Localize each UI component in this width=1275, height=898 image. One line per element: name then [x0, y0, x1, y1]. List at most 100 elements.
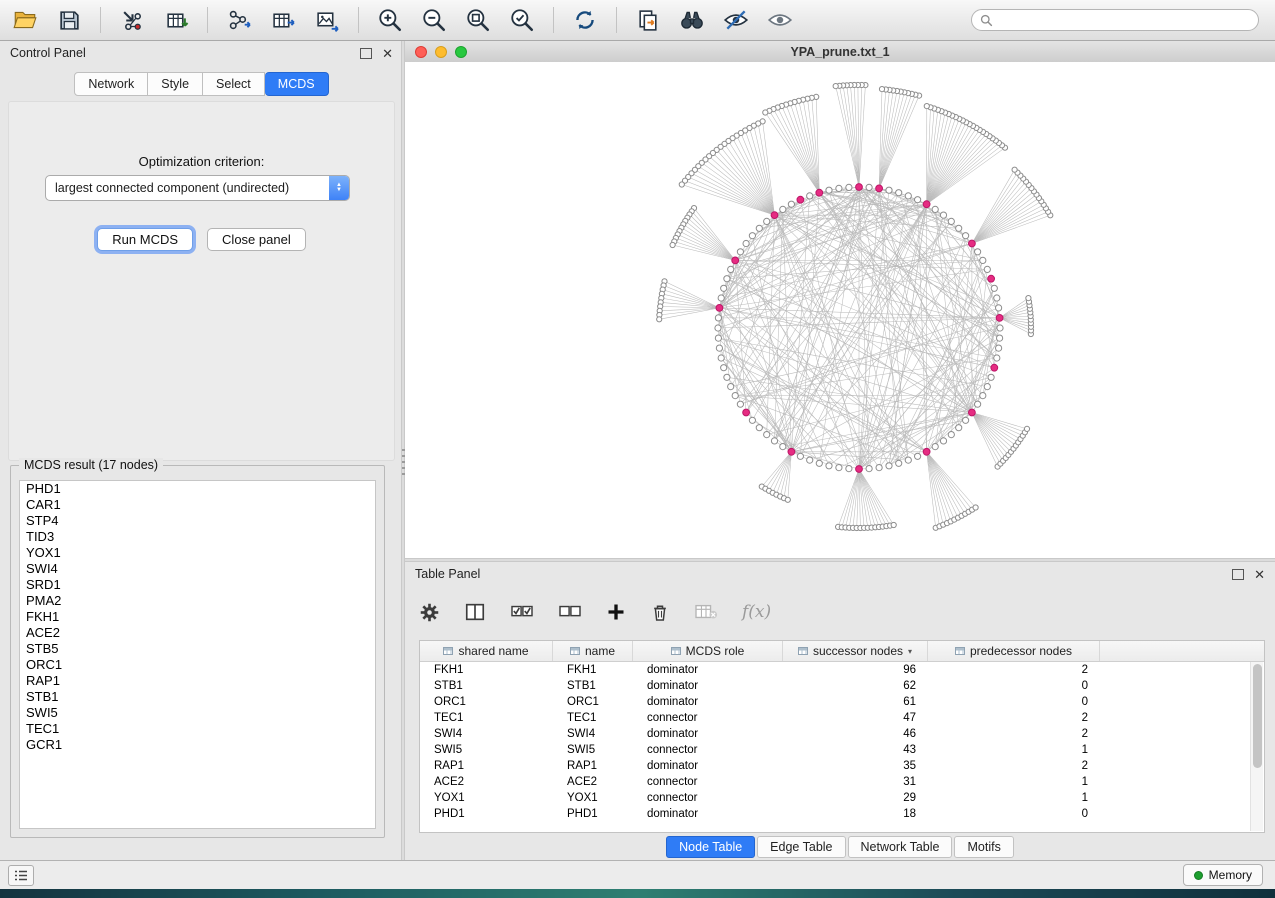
mcds-result-item[interactable]: RAP1	[20, 673, 375, 689]
mcds-result-list[interactable]: PHD1CAR1STP4TID3YOX1SWI4SRD1PMA2FKH1ACE2…	[19, 480, 376, 829]
criterion-dropdown[interactable]: largest connected component (undirected)…	[45, 175, 350, 201]
table-row[interactable]: TEC1TEC1connector472	[420, 710, 1264, 726]
table-cell: FKH1	[553, 664, 633, 676]
mcds-result-item[interactable]: STB1	[20, 689, 375, 705]
tab-network[interactable]: Network	[74, 72, 148, 96]
mcds-result-item[interactable]: PHD1	[20, 481, 375, 497]
network-canvas[interactable]	[405, 62, 1275, 558]
table-cell: FKH1	[420, 664, 553, 676]
table-row[interactable]: ACE2ACE2connector311	[420, 774, 1264, 790]
table-cell: 47	[783, 712, 928, 724]
deselect-all-columns-button[interactable]	[558, 602, 582, 622]
table-row[interactable]: YOX1YOX1connector291	[420, 790, 1264, 806]
zoom-selected-icon	[509, 7, 535, 33]
table-cell: 43	[783, 744, 928, 756]
float-panel-icon[interactable]	[360, 48, 372, 59]
toolbar-separator	[616, 7, 617, 33]
table-cell: ACE2	[420, 776, 553, 788]
mcds-result-item[interactable]: SRD1	[20, 577, 375, 593]
select-all-columns-button[interactable]	[510, 602, 534, 622]
function-builder-button[interactable]: f(x)	[742, 602, 771, 622]
close-panel-icon[interactable]: ✕	[382, 47, 393, 60]
float-table-panel-icon[interactable]	[1232, 569, 1244, 580]
export-image-button[interactable]	[312, 5, 342, 35]
table-row[interactable]: FKH1FKH1dominator962	[420, 662, 1264, 678]
create-column-button[interactable]	[606, 602, 626, 622]
tab-select[interactable]: Select	[203, 72, 265, 96]
task-history-button[interactable]	[8, 865, 34, 886]
tab-motifs[interactable]: Motifs	[954, 836, 1013, 858]
zoom-fit-button[interactable]	[463, 5, 493, 35]
table-cell: 35	[783, 760, 928, 772]
column-header-successor-nodes[interactable]: successor nodes▾	[783, 641, 928, 661]
tab-mcds[interactable]: MCDS	[265, 72, 329, 96]
close-panel-button[interactable]: Close panel	[207, 228, 306, 251]
table-row[interactable]: SWI5SWI5connector431	[420, 742, 1264, 758]
table-cell: connector	[633, 776, 783, 788]
show-columns-button[interactable]	[464, 601, 486, 623]
import-network-button[interactable]	[117, 5, 147, 35]
binoculars-icon	[679, 7, 705, 33]
tab-node-table[interactable]: Node Table	[666, 836, 755, 858]
hide-selection-button[interactable]	[721, 5, 751, 35]
zoom-out-button[interactable]	[419, 5, 449, 35]
export-table-button[interactable]	[268, 5, 298, 35]
table-scrollbar[interactable]	[1250, 662, 1263, 831]
tab-style[interactable]: Style	[148, 72, 203, 96]
mcds-result-item[interactable]: SWI5	[20, 705, 375, 721]
column-header-MCDS-role[interactable]: MCDS role	[633, 641, 783, 661]
show-all-button[interactable]	[765, 5, 795, 35]
mcds-result-item[interactable]: PMA2	[20, 593, 375, 609]
search-network-button[interactable]	[677, 5, 707, 35]
network-graph[interactable]	[405, 62, 1273, 556]
mcds-result-item[interactable]: GCR1	[20, 737, 375, 753]
table-cell: ACE2	[553, 776, 633, 788]
tab-edge-table[interactable]: Edge Table	[757, 836, 845, 858]
export-network-button[interactable]	[224, 5, 254, 35]
table-cell: dominator	[633, 728, 783, 740]
import-table-button[interactable]	[161, 5, 191, 35]
tab-network-table[interactable]: Network Table	[848, 836, 953, 858]
table-settings-button[interactable]	[419, 602, 440, 623]
scrollbar-thumb[interactable]	[1253, 664, 1262, 768]
columns-icon	[464, 601, 486, 623]
table-cell: PHD1	[553, 808, 633, 820]
zoom-selected-button[interactable]	[507, 5, 537, 35]
mcds-result-item[interactable]: TEC1	[20, 721, 375, 737]
mcds-result-item[interactable]: ORC1	[20, 657, 375, 673]
table-row[interactable]: PHD1PHD1dominator180	[420, 806, 1264, 822]
table-cell: 2	[928, 728, 1100, 740]
table-row[interactable]: STB1STB1dominator620	[420, 678, 1264, 694]
mcds-result-item[interactable]: TID3	[20, 529, 375, 545]
mcds-result-item[interactable]: YOX1	[20, 545, 375, 561]
search-box[interactable]	[971, 9, 1259, 31]
refresh-view-button[interactable]	[570, 5, 600, 35]
delete-table-button[interactable]	[694, 602, 718, 622]
table-row[interactable]: SWI4SWI4dominator462	[420, 726, 1264, 742]
open-folder-icon	[12, 7, 38, 33]
memory-button[interactable]: Memory	[1183, 864, 1263, 886]
control-panel-title: Control Panel	[10, 46, 86, 60]
mcds-result-item[interactable]: SWI4	[20, 561, 375, 577]
open-session-button[interactable]	[10, 5, 40, 35]
delete-column-button[interactable]	[650, 602, 670, 623]
table-cell: TEC1	[420, 712, 553, 724]
mcds-result-item[interactable]: STP4	[20, 513, 375, 529]
zoom-in-button[interactable]	[375, 5, 405, 35]
clone-network-button[interactable]	[633, 5, 663, 35]
table-row[interactable]: RAP1RAP1dominator352	[420, 758, 1264, 774]
run-mcds-button[interactable]: Run MCDS	[97, 228, 193, 251]
mcds-result-item[interactable]: STB5	[20, 641, 375, 657]
mcds-result-item[interactable]: ACE2	[20, 625, 375, 641]
search-input[interactable]	[999, 12, 1250, 28]
column-header-shared-name[interactable]: shared name	[420, 641, 553, 661]
column-header-predecessor-nodes[interactable]: predecessor nodes	[928, 641, 1100, 661]
column-header-name[interactable]: name	[553, 641, 633, 661]
save-session-button[interactable]	[54, 5, 84, 35]
network-window-titlebar[interactable]: YPA_prune.txt_1	[405, 41, 1275, 63]
table-row[interactable]: ORC1ORC1dominator610	[420, 694, 1264, 710]
mcds-result-item[interactable]: FKH1	[20, 609, 375, 625]
sort-arrow-icon[interactable]: ▾	[908, 647, 912, 656]
close-table-panel-icon[interactable]: ✕	[1254, 568, 1265, 581]
mcds-result-item[interactable]: CAR1	[20, 497, 375, 513]
